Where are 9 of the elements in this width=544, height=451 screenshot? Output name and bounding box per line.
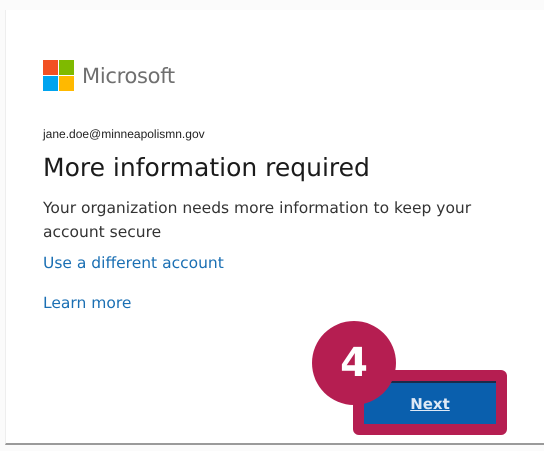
brand-name: Microsoft: [82, 64, 175, 88]
text-link[interactable]: Use a different account: [43, 254, 224, 272]
microsoft-logo-icon: [43, 60, 74, 91]
step-badge: 4: [312, 321, 396, 405]
account-email: jane.doe@minneapolismn.gov: [43, 127, 206, 141]
text-link[interactable]: Learn more: [43, 294, 132, 312]
info-message: Your organization needs more information to keep your account secure: [43, 198, 472, 243]
next-button[interactable]: Next: [364, 381, 496, 424]
page-title: More information required: [43, 153, 371, 182]
